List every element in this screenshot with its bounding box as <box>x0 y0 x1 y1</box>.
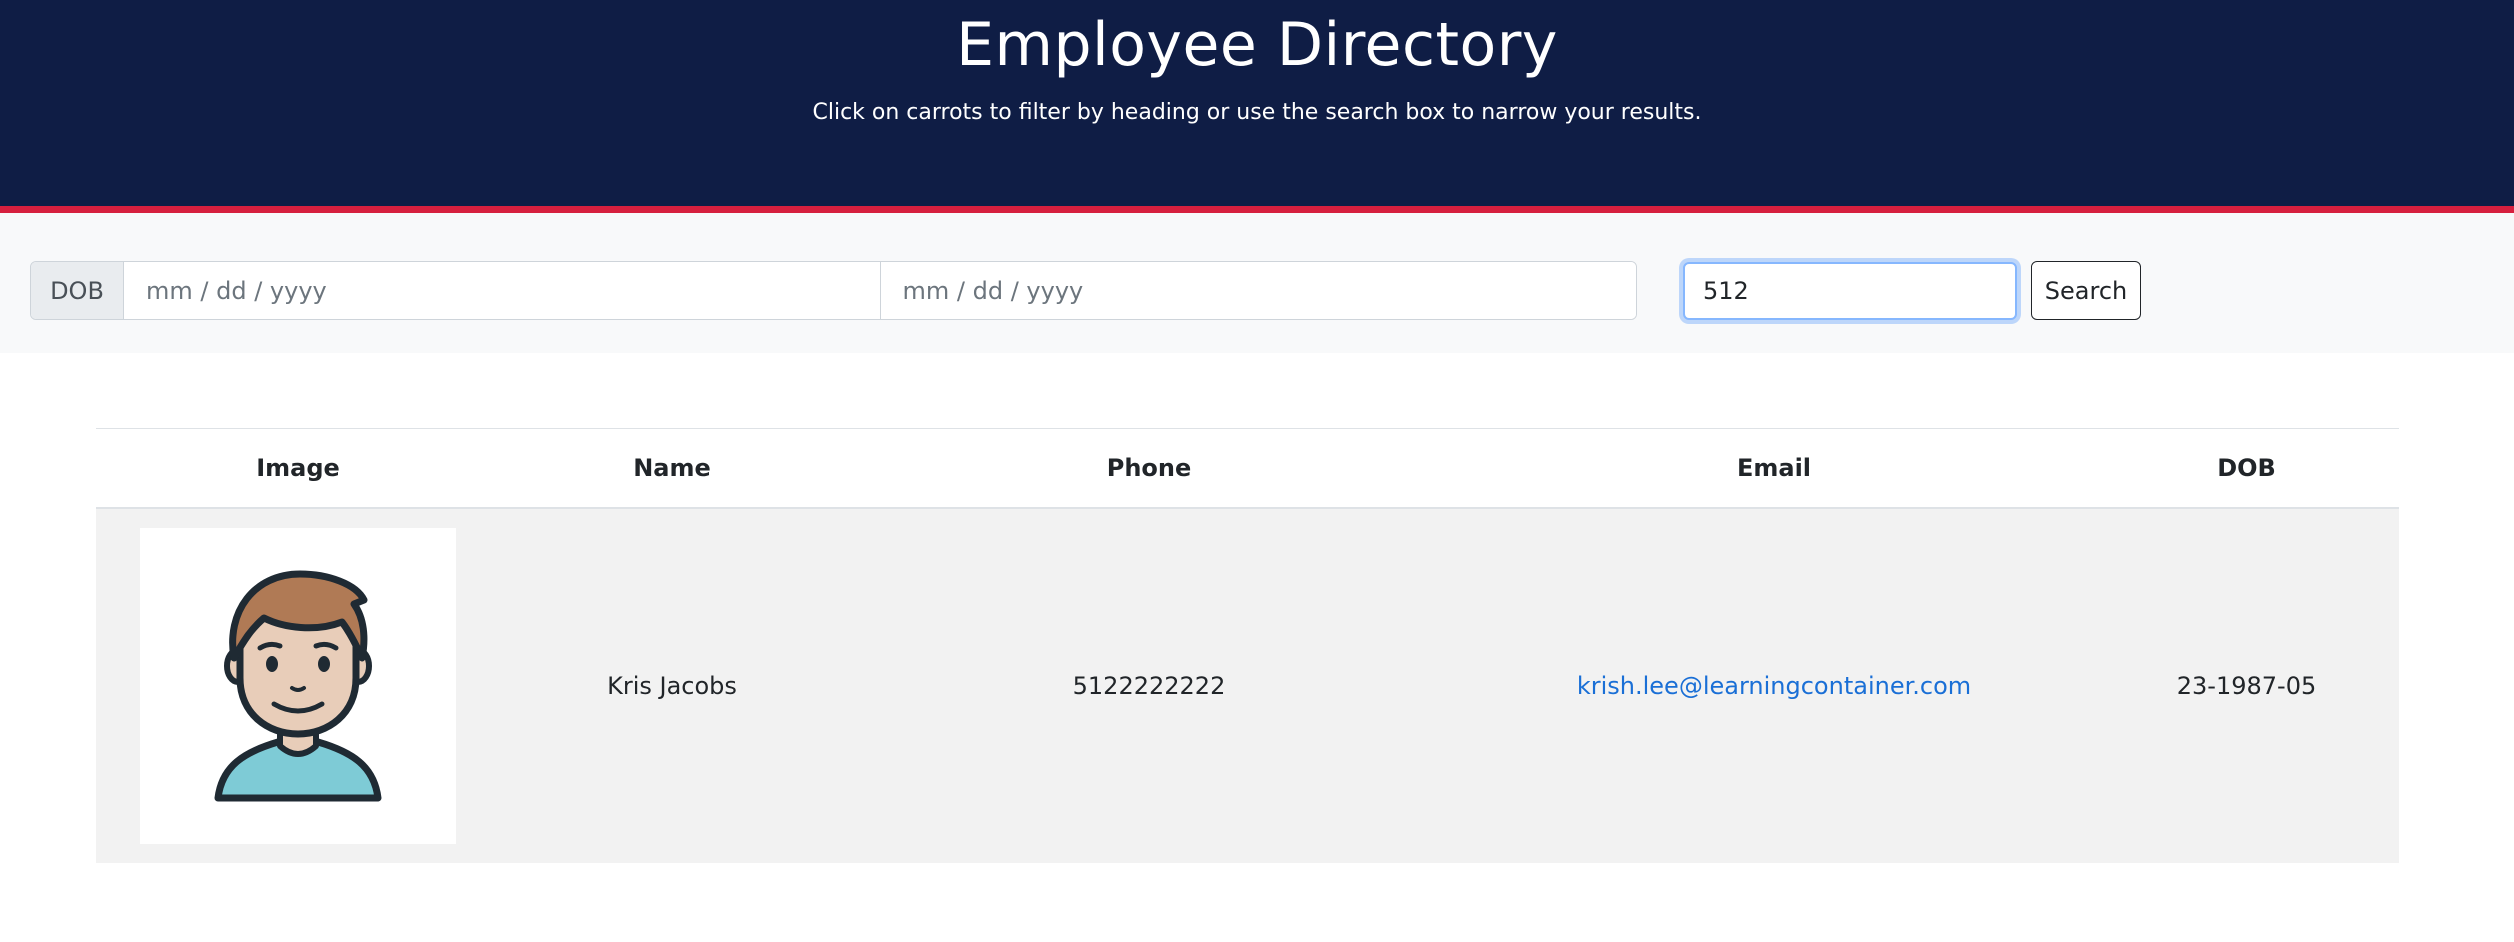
column-header-email[interactable]: Email <box>1454 428 2094 509</box>
filter-toolbar: DOB Search <box>0 213 2514 353</box>
employee-email-link[interactable]: krish.lee@learningcontainer.com <box>1577 672 1971 700</box>
column-header-phone[interactable]: Phone <box>844 428 1454 509</box>
page-subtitle: Click on carrots to filter by heading or… <box>812 100 1702 125</box>
employee-table: Image Name Phone Email DOB Kris Jacobs 5… <box>96 428 2399 863</box>
male-avatar-icon <box>214 570 382 802</box>
dob-range-group: DOB <box>30 261 1637 320</box>
search-button[interactable]: Search <box>2031 261 2141 320</box>
image-cell <box>96 508 500 863</box>
employee-name: Kris Jacobs <box>607 672 737 700</box>
dob-start-input[interactable] <box>124 262 880 319</box>
search-input[interactable] <box>1683 262 2017 320</box>
column-header-name[interactable]: Name <box>500 428 844 509</box>
table-row: Kris Jacobs 5122222222 krish.lee@learnin… <box>96 508 2399 863</box>
employee-email-cell: krish.lee@learningcontainer.com <box>1454 508 2094 863</box>
dob-label: DOB <box>31 262 124 319</box>
column-header-dob[interactable]: DOB <box>2094 428 2399 509</box>
employee-phone: 5122222222 <box>1072 672 1226 700</box>
dob-end-input[interactable] <box>879 262 1636 319</box>
page-header: Employee Directory Click on carrots to f… <box>0 0 2514 206</box>
employee-dob: 23-1987-05 <box>2176 672 2317 700</box>
table-header-row: Image Name Phone Email DOB <box>96 428 2399 509</box>
column-header-image[interactable]: Image <box>96 428 500 509</box>
header-accent-bar <box>0 206 2514 213</box>
avatar <box>140 528 456 844</box>
page-title: Employee Directory <box>956 10 1558 80</box>
